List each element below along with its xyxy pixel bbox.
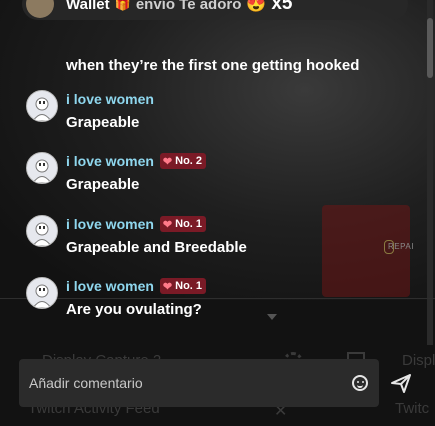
background-panel [322, 205, 410, 297]
chat-message-text: Are you ovulating? [66, 301, 202, 318]
rank-badge: ❤ No. 1 [159, 278, 207, 294]
background-label: REPAI [388, 242, 414, 251]
chat-message-text: Grapeable [66, 114, 140, 131]
send-icon[interactable] [390, 372, 412, 394]
rank-badge-label: No. 1 [175, 218, 203, 230]
avatar[interactable] [26, 152, 58, 184]
username[interactable]: i love women [66, 216, 154, 232]
heart-badge-icon: ❤ [162, 280, 173, 293]
rank-badge: ❤ No. 1 [159, 216, 207, 232]
gift-banner: Wallet 🎁 envío Te adoro 😍 x5 [22, 0, 408, 20]
avatar [26, 0, 54, 18]
gift-icon: 🎁 [114, 0, 131, 11]
source-item-right: Displ [402, 352, 435, 369]
avatar[interactable] [26, 277, 58, 309]
chevron-down-icon [267, 314, 277, 320]
gift-count: x5 [271, 0, 293, 14]
gift-message: envío Te adoro [135, 0, 242, 13]
scrollbar-thumb[interactable] [427, 18, 433, 78]
username[interactable]: i love women [66, 278, 154, 294]
rank-badge-label: No. 1 [175, 280, 203, 292]
gift-sender: Wallet [66, 0, 110, 13]
rank-badge: ❤ No. 2 [159, 153, 207, 169]
divider [0, 298, 435, 299]
heart-badge-icon: ❤ [162, 155, 173, 168]
emoji-icon[interactable] [352, 375, 368, 391]
rank-badge-label: No. 2 [175, 155, 203, 167]
chat-message-text: when they’re the first one getting hooke… [66, 57, 360, 74]
username[interactable]: i love women [66, 153, 154, 169]
source-item-right-2: Twitc [395, 400, 430, 417]
comment-input[interactable]: Añadir comentario [19, 359, 379, 407]
username[interactable]: i love women [66, 91, 154, 107]
avatar[interactable] [26, 90, 58, 122]
comment-placeholder: Añadir comentario [29, 375, 143, 391]
gift-sticker-icon: 😍 [246, 0, 267, 13]
avatar[interactable] [26, 215, 58, 247]
heart-badge-icon: ❤ [162, 218, 173, 231]
chat-message-text: Grapeable and Breedable [66, 239, 247, 256]
chat-message-text: Grapeable [66, 176, 140, 193]
